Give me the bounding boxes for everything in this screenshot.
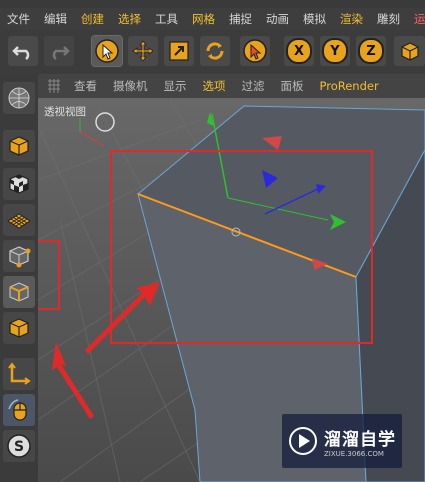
rotate-tool-button[interactable] (200, 36, 230, 66)
menu-simulate[interactable]: 模拟 (296, 11, 333, 27)
viewport-menu-cameras[interactable]: 摄像机 (105, 78, 156, 94)
watermark: 溜溜自学 ZIXUE.3066.COM (282, 414, 402, 468)
sphere-grid-icon (8, 87, 30, 109)
axis-z-button[interactable]: Z (356, 36, 386, 66)
scale-tool-button[interactable] (164, 36, 194, 66)
edges-mode-button[interactable] (3, 276, 35, 308)
axis-x-icon: X (286, 38, 312, 64)
checker-cube-icon (9, 174, 29, 194)
menu-motion[interactable]: 运动 (407, 11, 425, 27)
axis-z-icon: Z (358, 38, 384, 64)
make-editable-button[interactable] (3, 82, 35, 114)
polygons-cube-icon (9, 318, 29, 338)
menu-mesh[interactable]: 网格 (185, 11, 222, 27)
menu-sculpt[interactable]: 雕刻 (370, 11, 407, 27)
edges-cube-icon (9, 282, 29, 302)
model-cube-icon (9, 136, 29, 156)
rotate-icon (206, 42, 224, 60)
grip-icon (48, 79, 60, 93)
snap-s-icon: S (7, 434, 31, 458)
play-logo-icon (289, 427, 317, 455)
viewport-menu-prorender[interactable]: ProRender (312, 79, 387, 93)
scale-icon (169, 41, 189, 61)
axis-mode-button[interactable] (3, 358, 35, 390)
viewport-menu-options[interactable]: 选项 (195, 78, 234, 94)
move-tool-button[interactable] (128, 36, 158, 66)
polygons-mode-button[interactable] (3, 312, 35, 344)
move-icon (132, 40, 154, 62)
axis-y-icon: Y (322, 38, 348, 64)
workplane-mode-button[interactable] (3, 204, 35, 236)
watermark-url: ZIXUE.3066.COM (324, 449, 384, 458)
select-tool-button[interactable] (91, 35, 123, 67)
menu-edit[interactable]: 编辑 (37, 11, 74, 27)
svg-text:S: S (14, 439, 24, 455)
menu-tools[interactable]: 工具 (148, 11, 185, 27)
menu-snap[interactable]: 捕捉 (222, 11, 259, 27)
menu-animate[interactable]: 动画 (259, 11, 296, 27)
cube-icon (400, 42, 419, 61)
mode-sidebar: S (0, 74, 39, 482)
watermark-title: 溜溜自学 (324, 429, 396, 450)
undo-button[interactable] (8, 36, 38, 66)
mouse-icon (8, 399, 27, 421)
menu-bar: 文件 编辑 创建 选择 工具 网格 捕捉 动画 模拟 渲染 雕刻 运动 (0, 8, 425, 30)
texture-mode-button[interactable] (3, 168, 35, 200)
viewport-menu-panel[interactable]: 面板 (273, 78, 312, 94)
menu-create[interactable]: 创建 (74, 11, 111, 27)
live-select-button[interactable] (240, 36, 270, 66)
axis-corner-icon (8, 362, 31, 385)
menu-select[interactable]: 选择 (111, 11, 148, 27)
main-toolbar: X Y Z (0, 30, 425, 75)
workplane-grid-icon (7, 213, 31, 229)
model-mode-button[interactable] (3, 130, 35, 162)
points-mode-button[interactable] (3, 240, 35, 272)
title-bar (0, 0, 425, 8)
select-cursor-icon (95, 39, 119, 63)
axis-y-button[interactable]: Y (320, 36, 350, 66)
snap-button[interactable]: S (3, 430, 35, 462)
viewport-menu: 查看 摄像机 显示 选项 过滤 面板 ProRender (38, 74, 425, 98)
viewport-label: 透视视图 (44, 106, 86, 118)
viewport-menu-view[interactable]: 查看 (66, 78, 105, 94)
viewport-menu-filter[interactable]: 过滤 (234, 78, 273, 94)
axis-x-button[interactable]: X (284, 36, 314, 66)
undo-icon (12, 46, 30, 60)
live-select-icon (243, 39, 267, 63)
redo-icon (52, 46, 70, 60)
redo-button[interactable] (44, 36, 74, 66)
coordinate-system-button[interactable] (394, 36, 425, 66)
menu-render[interactable]: 渲染 (333, 11, 370, 27)
tweak-mode-button[interactable] (3, 394, 35, 426)
menu-file[interactable]: 文件 (0, 11, 37, 27)
viewport-menu-display[interactable]: 显示 (156, 78, 195, 94)
points-cube-icon (9, 246, 31, 268)
